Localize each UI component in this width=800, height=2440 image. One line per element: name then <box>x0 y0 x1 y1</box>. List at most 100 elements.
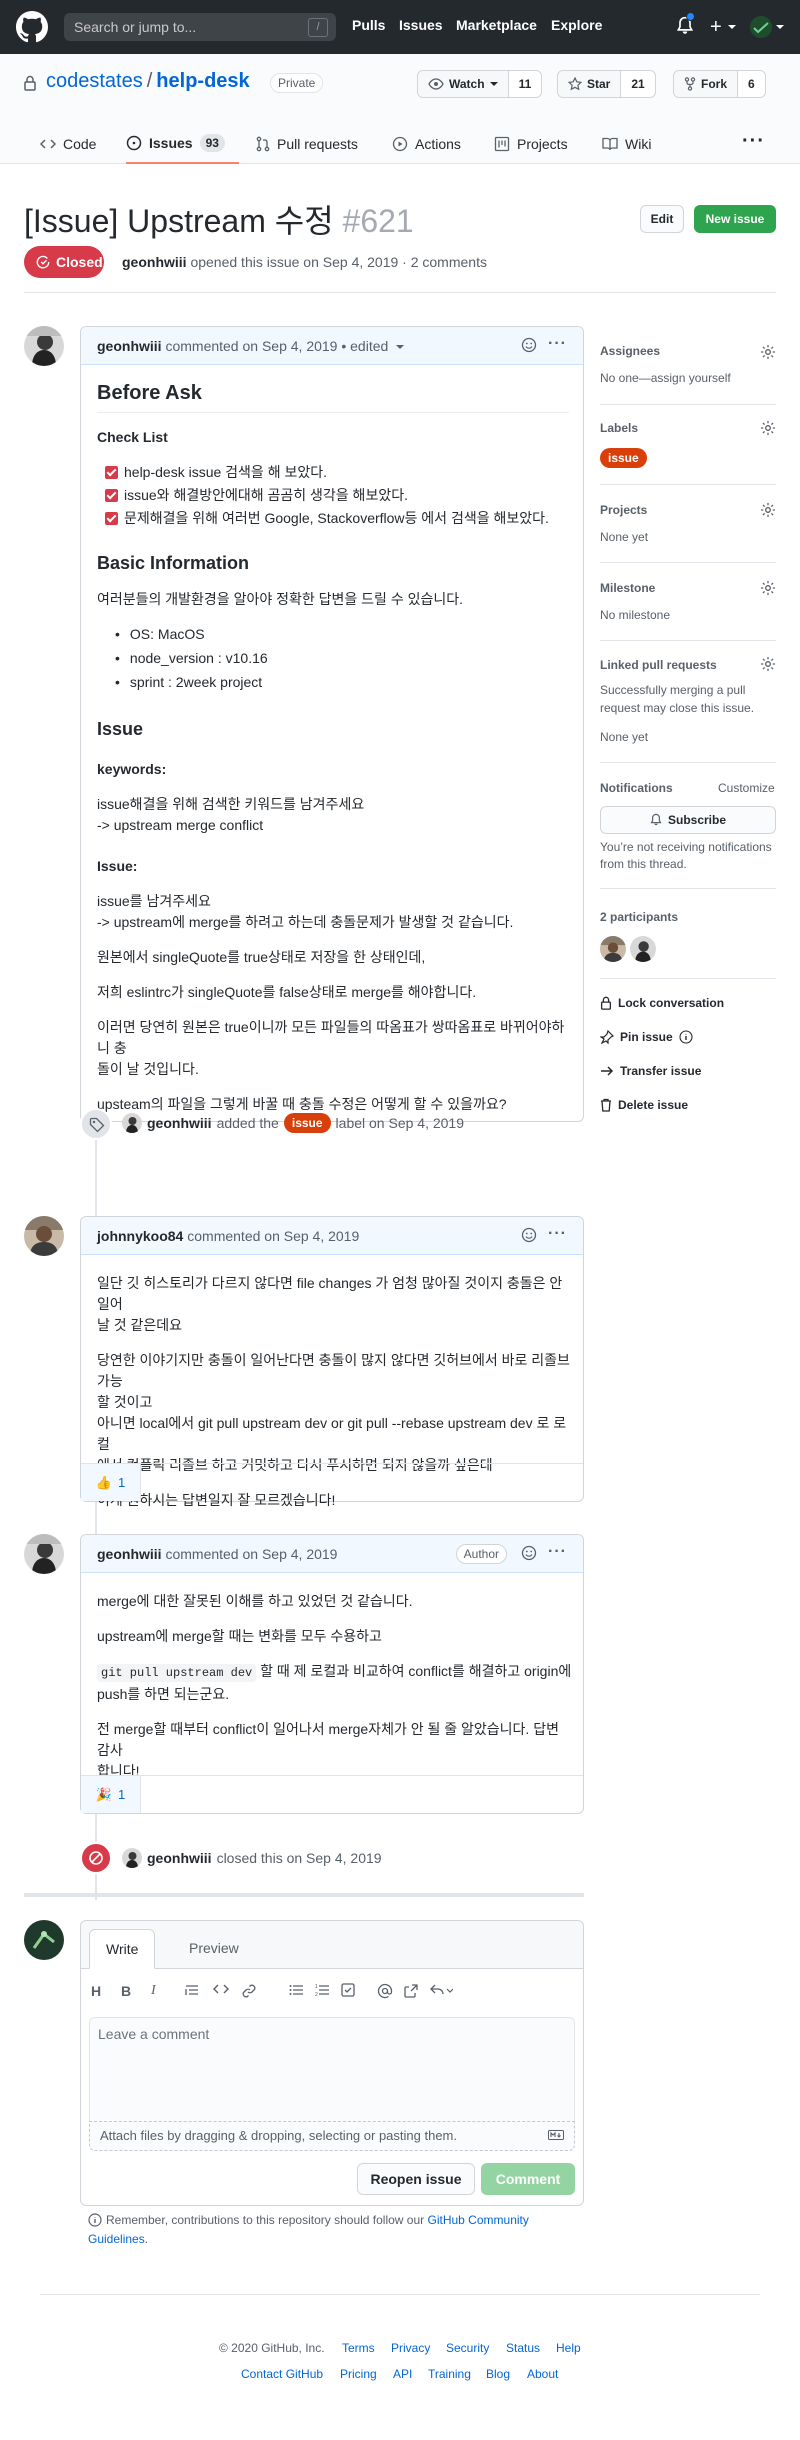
participant-avatar[interactable] <box>630 936 656 962</box>
checkbox-checked-icon[interactable] <box>105 489 118 502</box>
new-issue-button[interactable]: New issue <box>694 205 776 233</box>
labels-heading[interactable]: Labels <box>600 421 638 435</box>
ordered-list-icon[interactable]: 12 <box>315 1983 329 1997</box>
user-avatar[interactable] <box>750 16 772 38</box>
repo-name-link[interactable]: help-desk <box>156 70 249 92</box>
tab-issues[interactable]: Issues 93 <box>126 124 239 164</box>
edit-button[interactable]: Edit <box>640 205 684 233</box>
subscribe-button[interactable]: Subscribe <box>600 806 776 834</box>
avatar[interactable] <box>24 1216 64 1256</box>
nav-explore[interactable]: Explore <box>551 17 602 33</box>
pin-issue-button[interactable]: Pin issue <box>600 1030 693 1044</box>
footer-link-terms[interactable]: Terms <box>342 2341 375 2355</box>
label-badge[interactable]: issue <box>600 448 647 468</box>
code-icon[interactable] <box>213 1983 229 1995</box>
search-input[interactable]: Search or jump to... <box>64 13 336 41</box>
linked-prs-heading[interactable]: Linked pull requests <box>600 658 717 672</box>
plus-icon[interactable]: + <box>710 17 722 37</box>
checkbox-checked-icon[interactable] <box>105 466 118 479</box>
tab-write[interactable]: Write <box>89 1929 156 1969</box>
delete-issue-button[interactable]: Delete issue <box>600 1098 688 1112</box>
tab-pull-requests[interactable]: Pull requests <box>256 124 358 164</box>
footer-link-blog[interactable]: Blog <box>486 2367 510 2381</box>
mention-icon[interactable] <box>377 1983 393 1999</box>
avatar[interactable] <box>24 1920 64 1960</box>
footer-link-privacy[interactable]: Privacy <box>391 2341 430 2355</box>
event-actor[interactable]: geonhwiii <box>147 1850 212 1866</box>
avatar[interactable] <box>122 1848 142 1868</box>
author-link[interactable]: geonhwiii <box>122 254 187 270</box>
unordered-list-icon[interactable] <box>289 1983 303 1997</box>
guidelines-link[interactable]: GitHub Community <box>428 2213 529 2227</box>
footer-link-status[interactable]: Status <box>506 2341 540 2355</box>
heading-icon[interactable]: H <box>91 1983 101 1999</box>
caret-down-icon[interactable] <box>396 345 405 350</box>
smiley-icon[interactable] <box>521 1545 537 1561</box>
fork-count[interactable]: 6 <box>738 71 765 97</box>
italic-icon[interactable]: I <box>151 1983 156 1999</box>
bold-icon[interactable]: B <box>121 1983 131 1999</box>
gear-icon[interactable] <box>760 502 776 518</box>
footer-link-security[interactable]: Security <box>446 2341 489 2355</box>
footer-link-pricing[interactable]: Pricing <box>340 2367 377 2381</box>
more-horizontal-icon[interactable]: ··· <box>548 1543 567 1561</box>
event-actor[interactable]: geonhwiii <box>147 1115 212 1131</box>
caret-down-icon[interactable] <box>728 25 736 29</box>
comment-textarea[interactable]: Leave a comment <box>89 2017 575 2121</box>
milestone-heading[interactable]: Milestone <box>600 581 655 595</box>
label-badge[interactable]: issue <box>283 1113 331 1133</box>
transfer-issue-button[interactable]: Transfer issue <box>600 1064 701 1078</box>
reopen-issue-button[interactable]: Reopen issue <box>357 2163 475 2195</box>
tab-preview[interactable]: Preview <box>173 1929 255 1969</box>
fork-button[interactable]: Fork <box>674 71 739 97</box>
projects-heading[interactable]: Projects <box>600 503 647 517</box>
tab-actions[interactable]: Actions <box>392 124 461 164</box>
gear-icon[interactable] <box>760 344 776 360</box>
comment-author[interactable]: johnnykoo84 <box>97 1228 183 1244</box>
lock-conversation-button[interactable]: Lock conversation <box>600 996 724 1010</box>
tab-projects[interactable]: Projects <box>494 124 568 164</box>
footer-link-training[interactable]: Training <box>428 2367 471 2381</box>
star-button[interactable]: Star <box>558 71 622 97</box>
assignees-heading[interactable]: Assignees <box>600 344 660 358</box>
gear-icon[interactable] <box>760 420 776 436</box>
footer-link-contact[interactable]: Contact GitHub <box>241 2367 323 2381</box>
avatar[interactable] <box>24 326 64 366</box>
task-list-icon[interactable] <box>341 1983 355 1997</box>
nav-issues[interactable]: Issues <box>399 17 443 33</box>
smiley-icon[interactable] <box>521 1227 537 1243</box>
reaction-tada[interactable]: 🎉 1 <box>81 1776 141 1813</box>
reaction-thumbs-up[interactable]: 👍 1 <box>81 1464 141 1501</box>
quote-icon[interactable] <box>185 1983 199 1997</box>
avatar[interactable] <box>122 1113 142 1133</box>
link-icon[interactable] <box>241 1983 257 1999</box>
footer-link-help[interactable]: Help <box>556 2341 581 2355</box>
cross-reference-icon[interactable] <box>403 1983 419 1999</box>
nav-pulls[interactable]: Pulls <box>352 17 385 33</box>
star-count[interactable]: 21 <box>621 71 655 97</box>
nav-marketplace[interactable]: Marketplace <box>456 17 537 33</box>
gear-icon[interactable] <box>760 656 776 672</box>
caret-down-icon[interactable] <box>776 25 784 29</box>
smiley-icon[interactable] <box>521 337 537 353</box>
attach-files-bar[interactable]: Attach files by dragging & dropping, sel… <box>89 2121 575 2151</box>
guidelines-link[interactable]: Guidelines <box>88 2232 145 2246</box>
footer-link-api[interactable]: API <box>393 2367 412 2381</box>
comment-author[interactable]: geonhwiii <box>97 338 162 354</box>
github-logo-icon[interactable] <box>16 11 48 43</box>
watch-count[interactable]: 11 <box>508 71 542 97</box>
tab-code[interactable]: Code <box>40 124 96 164</box>
markdown-icon[interactable] <box>548 2130 564 2140</box>
watch-button[interactable]: Watch <box>418 71 509 97</box>
info-icon[interactable] <box>679 1030 693 1044</box>
comment-author[interactable]: geonhwiii <box>97 1546 162 1562</box>
checkbox-checked-icon[interactable] <box>105 512 118 525</box>
comment-submit-button[interactable]: Comment <box>481 2163 575 2195</box>
tab-wiki[interactable]: Wiki <box>602 124 651 164</box>
customize-link[interactable]: Customize <box>718 781 775 795</box>
assignees-value[interactable]: No one—assign yourself <box>600 371 731 385</box>
participant-avatar[interactable] <box>600 936 626 962</box>
reply-icon[interactable] <box>429 1983 453 1997</box>
gear-icon[interactable] <box>760 580 776 596</box>
more-horizontal-icon[interactable]: ··· <box>548 1225 567 1243</box>
